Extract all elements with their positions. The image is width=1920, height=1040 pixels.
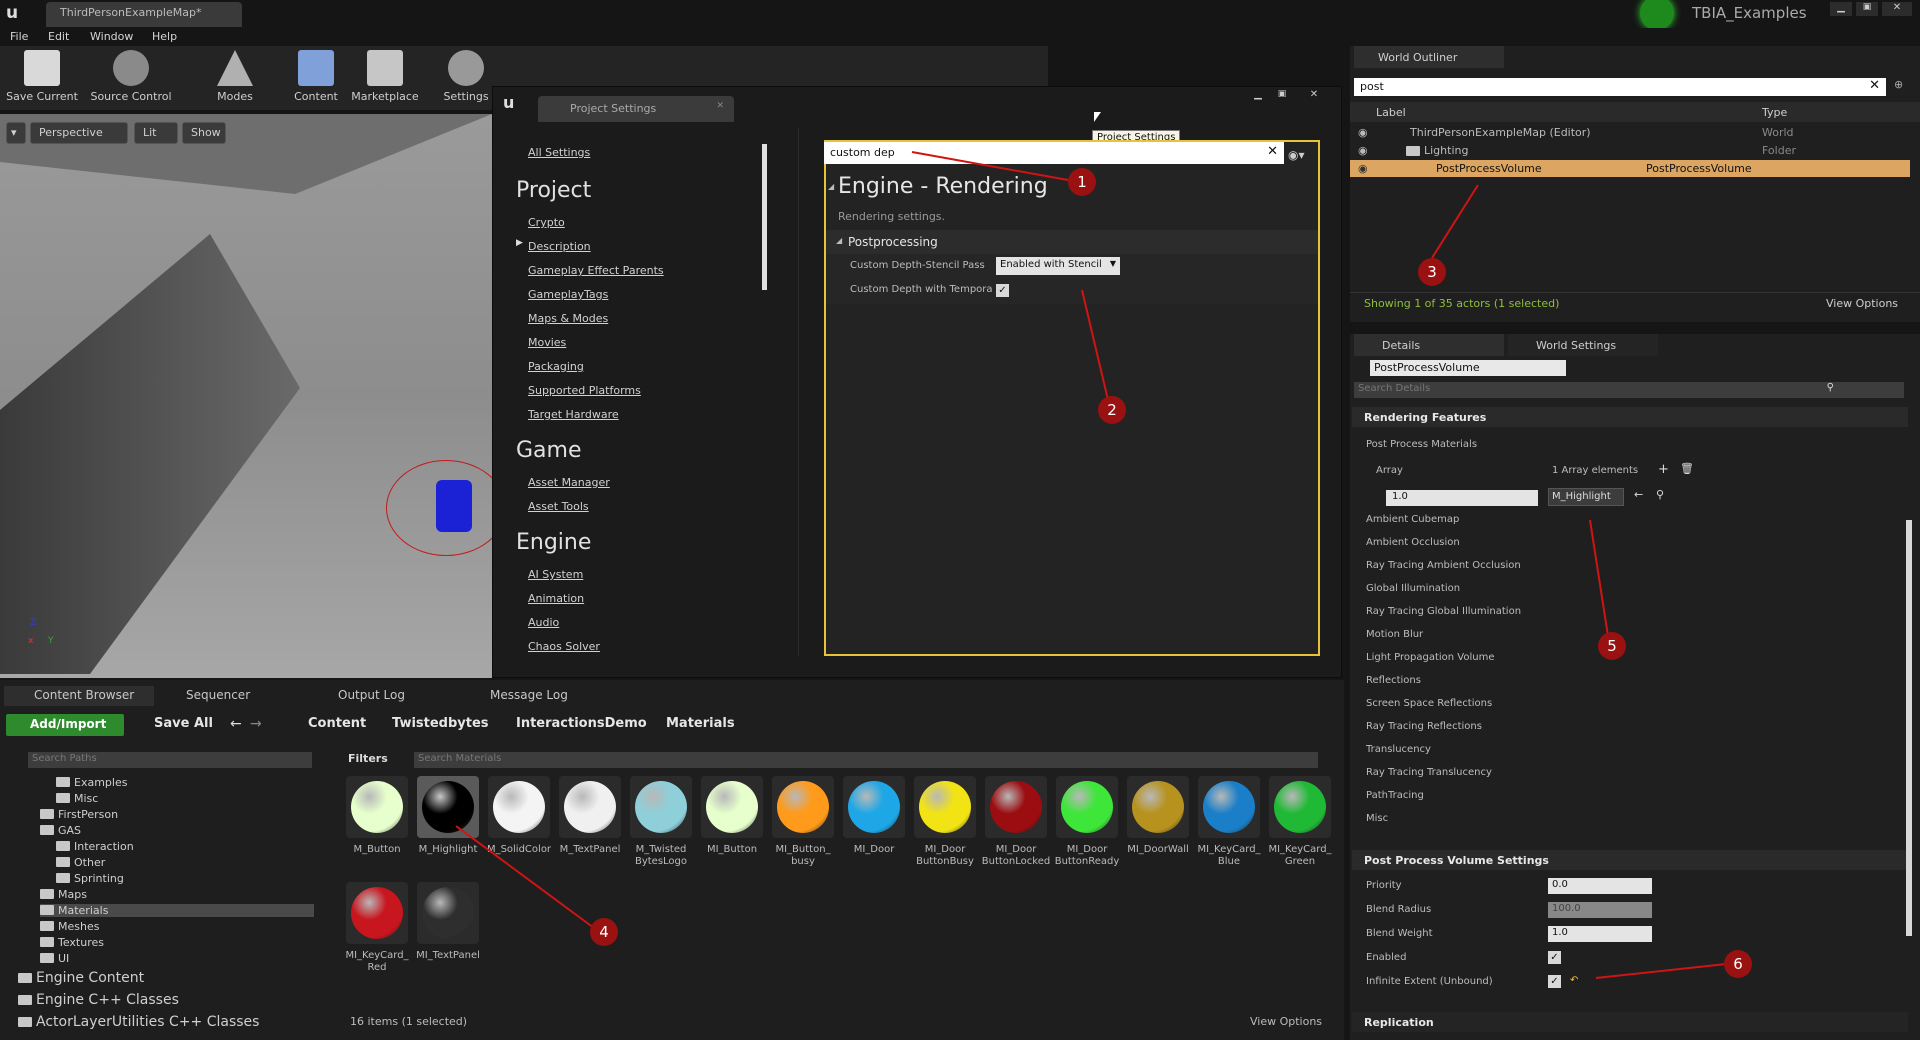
annotation-arrow-3 (1431, 184, 1479, 259)
annotation-marker-2: 2 (1098, 396, 1126, 424)
annotation-marker-3: 3 (1418, 258, 1446, 286)
annotation-arrow-5 (1589, 519, 1609, 637)
annotation-arrow-6 (1595, 963, 1727, 979)
annotation-marker-5: 5 (1598, 632, 1626, 660)
annotation-arrow-1 (911, 151, 1069, 181)
annotation-marker-4: 4 (590, 918, 618, 946)
annotation-arrow-4 (455, 825, 595, 929)
annotation-marker-6: 6 (1724, 950, 1752, 978)
annotation-arrows (455, 151, 1727, 979)
annotation-marker-1: 1 (1068, 168, 1096, 196)
annotation-arrow-2 (1081, 289, 1109, 401)
